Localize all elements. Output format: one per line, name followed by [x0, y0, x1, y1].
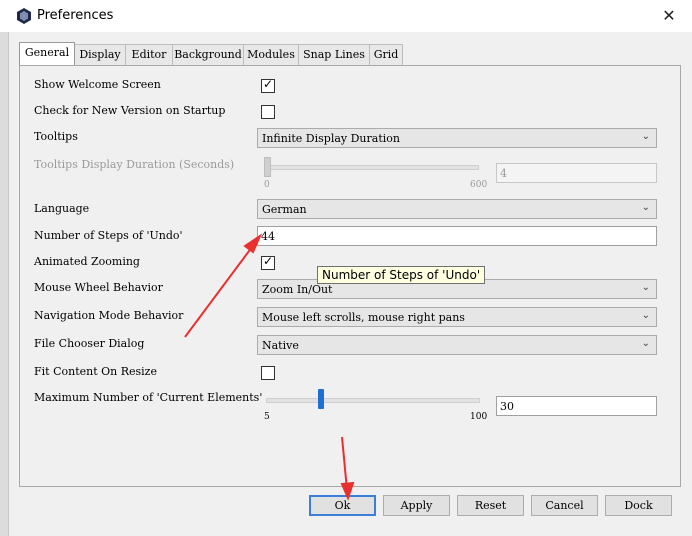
tooltips-value: Infinite Display Duration: [262, 132, 400, 145]
tooltips-duration-value: 4: [500, 167, 507, 180]
max-current-field[interactable]: 30: [496, 396, 657, 416]
navigation-mode-dropdown[interactable]: Mouse left scrolls, mouse right pans ⌄: [257, 307, 657, 327]
show-welcome-label: Show Welcome Screen: [34, 78, 161, 91]
max-current-value: 30: [500, 400, 514, 413]
apply-button[interactable]: Apply: [383, 495, 450, 516]
max-current-thumb[interactable]: [318, 389, 324, 409]
tooltips-duration-label: Tooltips Display Duration (Seconds): [34, 158, 235, 171]
tab-display[interactable]: Display: [74, 44, 126, 65]
undo-steps-field[interactable]: 44: [257, 226, 657, 246]
file-chooser-dropdown[interactable]: Native ⌄: [257, 335, 657, 355]
tooltips-label: Tooltips: [34, 130, 78, 143]
tab-grid[interactable]: Grid: [369, 44, 403, 65]
tab-modules[interactable]: Modules: [243, 44, 299, 65]
check-version-label: Check for New Version on Startup: [34, 104, 226, 117]
max-current-min: 5: [264, 412, 270, 422]
file-chooser-label: File Chooser Dialog: [34, 337, 145, 350]
tab-snap-lines[interactable]: Snap Lines: [298, 44, 370, 65]
chevron-down-icon: ⌄: [641, 131, 650, 142]
language-dropdown[interactable]: German ⌄: [257, 199, 657, 219]
tooltips-duration-thumb[interactable]: [264, 157, 271, 177]
show-welcome-checkbox[interactable]: ✓: [261, 77, 275, 93]
check-icon: ✓: [262, 77, 274, 91]
navigation-mode-value: Mouse left scrolls, mouse right pans: [262, 311, 465, 324]
tooltips-duration-min: 0: [264, 180, 270, 190]
tooltips-duration-max: 600: [470, 180, 488, 190]
undo-tooltip: Number of Steps of 'Undo': [317, 266, 486, 284]
chevron-down-icon: ⌄: [641, 282, 650, 293]
tab-general[interactable]: General: [19, 42, 75, 65]
undo-steps-label: Number of Steps of 'Undo': [34, 229, 183, 242]
check-icon: ✓: [262, 254, 274, 268]
fit-content-label: Fit Content On Resize: [34, 365, 157, 378]
tooltips-dropdown[interactable]: Infinite Display Duration ⌄: [257, 128, 657, 148]
fit-content-checkbox[interactable]: [261, 366, 275, 380]
mouse-wheel-label: Mouse Wheel Behavior: [34, 281, 163, 294]
cancel-button[interactable]: Cancel: [531, 495, 598, 516]
max-current-max: 100: [470, 412, 488, 422]
max-current-label: Maximum Number of 'Current Elements': [34, 391, 263, 404]
file-chooser-value: Native: [262, 339, 299, 352]
window-title: Preferences: [37, 8, 114, 23]
reset-button[interactable]: Reset: [457, 495, 524, 516]
chevron-down-icon: ⌄: [641, 202, 650, 213]
tooltips-duration-field[interactable]: 4: [496, 163, 657, 183]
ok-button[interactable]: Ok: [309, 495, 376, 516]
chevron-down-icon: ⌄: [641, 338, 650, 349]
app-logo-icon: [17, 8, 31, 24]
undo-steps-value: 44: [261, 230, 275, 243]
tab-editor[interactable]: Editor: [125, 44, 173, 65]
language-label: Language: [34, 202, 90, 215]
chevron-down-icon: ⌄: [641, 310, 650, 321]
close-icon[interactable]: ✕: [659, 6, 679, 26]
animated-zooming-label: Animated Zooming: [34, 255, 140, 268]
navigation-mode-label: Navigation Mode Behavior: [34, 309, 184, 322]
max-current-slider[interactable]: [266, 398, 480, 403]
check-version-checkbox[interactable]: [261, 105, 275, 119]
dock-button[interactable]: Dock: [605, 495, 672, 516]
window-left-edge: [0, 32, 9, 536]
mouse-wheel-value: Zoom In/Out: [262, 283, 333, 296]
animated-zooming-checkbox[interactable]: ✓: [261, 254, 275, 270]
tooltips-duration-slider[interactable]: [265, 165, 479, 170]
language-value: German: [262, 203, 307, 216]
tab-background[interactable]: Background: [172, 44, 244, 65]
